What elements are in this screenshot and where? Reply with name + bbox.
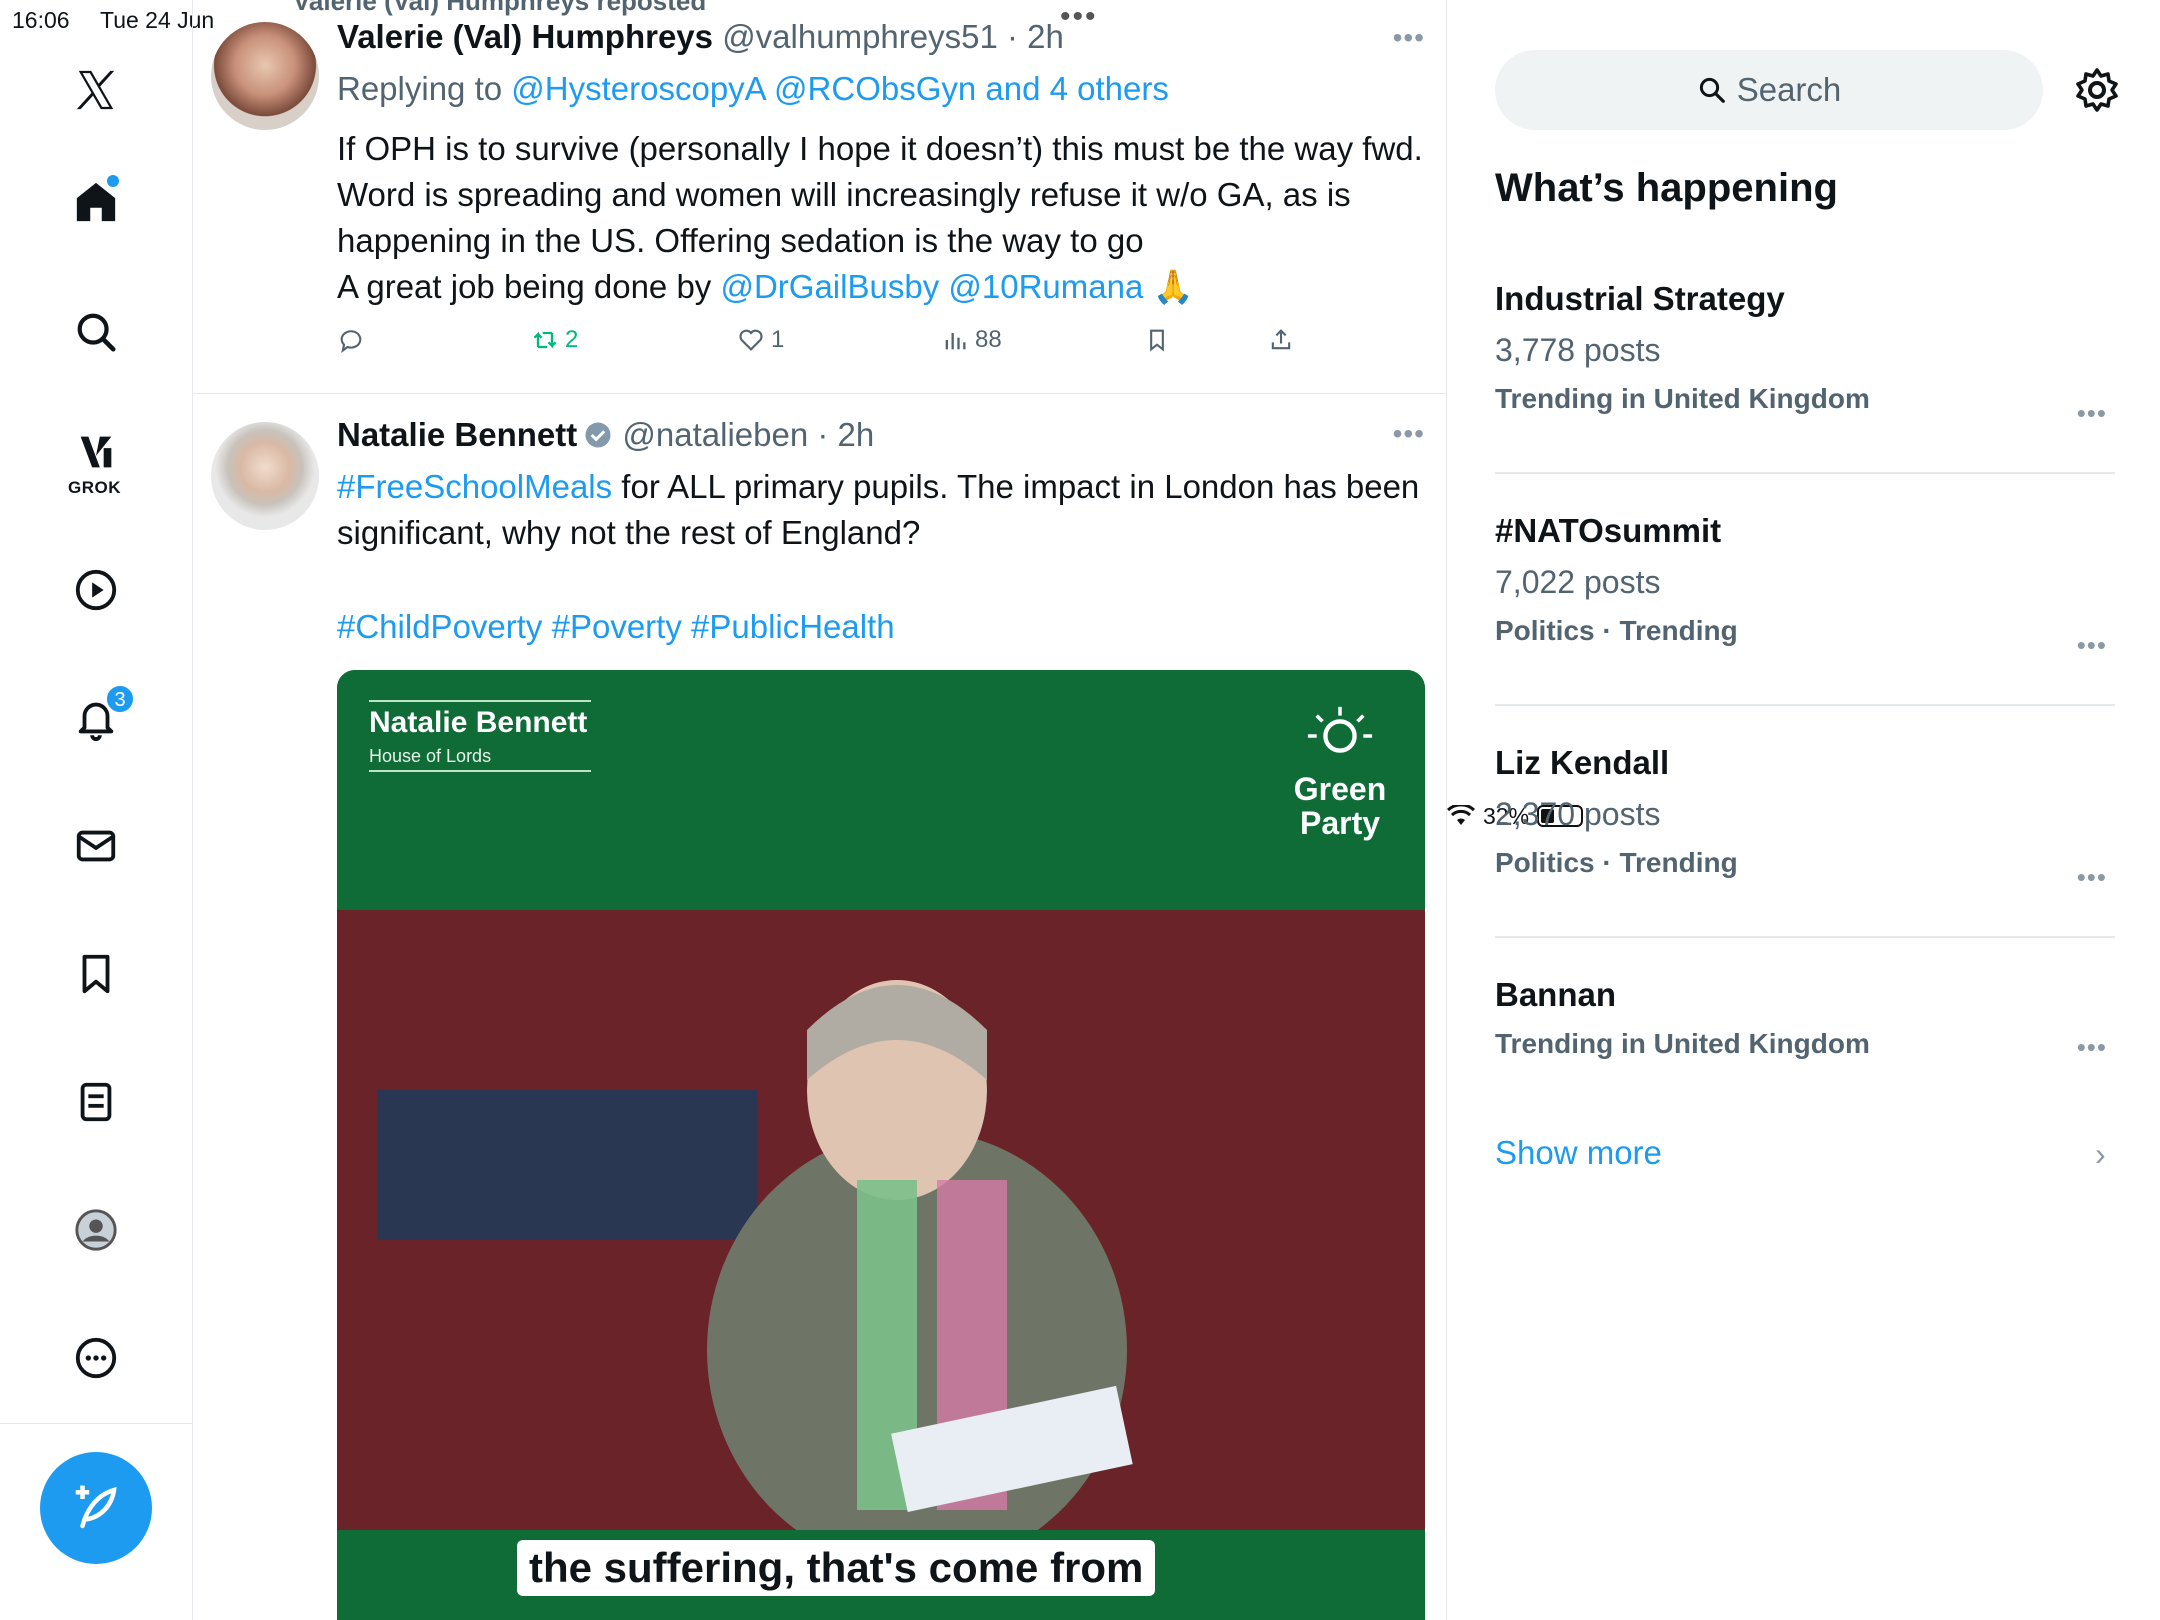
video-play-icon[interactable] — [70, 564, 122, 616]
more-options-icon[interactable] — [70, 1332, 122, 1384]
trend-item[interactable]: Bannan Trending in United Kingdom ••• — [1495, 976, 2115, 1063]
views-count: 88 — [975, 326, 1002, 353]
replying-to-link[interactable]: @HysteroscopyA @RCObsGyn and 4 others — [511, 70, 1169, 107]
media-banner-sub: House of Lords — [369, 746, 492, 766]
search-icon — [1699, 77, 1725, 103]
x-logo-icon[interactable] — [70, 64, 122, 116]
left-nav: GROK 3 — [0, 0, 193, 1620]
home-new-dot — [107, 175, 119, 187]
tweet-more-options[interactable]: ••• — [1393, 22, 1425, 54]
settings-gear-icon[interactable] — [2073, 66, 2121, 114]
notifications-badge: 3 — [105, 684, 135, 714]
media-caption: the suffering, that's come from — [517, 1540, 1156, 1596]
replying-to: Replying to @HysteroscopyA @RCObsGyn and… — [337, 70, 1169, 107]
trend-more-options[interactable]: ••• — [2077, 398, 2107, 429]
author-handle[interactable]: @natalieben — [622, 416, 808, 453]
tweet-time[interactable]: 2h — [1027, 18, 1064, 55]
lists-icon[interactable] — [70, 1076, 122, 1128]
grok-label: GROK — [68, 478, 121, 497]
author-handle[interactable]: @valhumphreys51 — [722, 18, 998, 55]
trend-context: Politics · Trending — [1495, 847, 1738, 878]
verified-badge-icon — [585, 422, 611, 448]
search-input[interactable]: Search — [1495, 50, 2043, 130]
views-chart-icon — [945, 333, 966, 350]
party-emblem-icon — [1307, 706, 1373, 753]
avatar[interactable] — [211, 22, 319, 130]
trend-more-options[interactable]: ••• — [2077, 1032, 2107, 1063]
trend-context: Politics · Trending — [1495, 615, 1738, 646]
tweet-header: Natalie Bennett @natalieben · 2h — [337, 416, 875, 453]
media-banner-name: Natalie Bennett — [369, 706, 588, 739]
trend-separator — [1495, 704, 2115, 706]
trend-separator — [1495, 936, 2115, 938]
timeline-feed[interactable]: Valerie (Val) Humphreys reposted Valerie… — [193, 0, 1447, 1620]
chevron-right-icon[interactable]: › — [2095, 1136, 2106, 1173]
bookmarks-icon[interactable] — [70, 948, 122, 1000]
green-party-logo: Green Party — [1285, 706, 1395, 840]
trend-name: Liz Kendall — [1495, 744, 1670, 781]
trend-item[interactable]: #NATOsummit 7,022 posts Politics · Trend… — [1495, 512, 2115, 660]
hashtag-links[interactable]: #ChildPoverty #Poverty #PublicHealth — [337, 608, 895, 645]
trend-posts: 2,370 posts — [1495, 796, 1661, 832]
author-name[interactable]: Natalie Bennett — [337, 416, 577, 453]
views-button[interactable]: 88 — [941, 326, 1002, 354]
trend-more-options[interactable]: ••• — [2077, 862, 2107, 893]
tweet-time[interactable]: 2h — [838, 416, 875, 453]
tweet-more-options[interactable]: ••• — [1393, 418, 1425, 450]
retweet-button[interactable]: 2 — [531, 326, 578, 354]
mention-links[interactable]: @DrGailBusby @10Rumana — [720, 268, 1143, 305]
retweet-icon — [533, 331, 557, 349]
trend-posts: 7,022 posts — [1495, 564, 1661, 600]
compose-feather-icon — [75, 1485, 117, 1529]
reply-button[interactable] — [337, 326, 365, 354]
trend-item[interactable]: Liz Kendall 2,370 posts Politics · Trend… — [1495, 744, 2115, 892]
bookmark-icon — [1150, 329, 1164, 352]
repost-banner: Valerie (Val) Humphreys reposted — [293, 0, 707, 16]
media-photo — [337, 910, 1425, 1570]
tweet-body: #FreeSchoolMeals for ALL primary pupils.… — [337, 468, 1420, 551]
tweet-actions: 2 1 88 — [337, 326, 1337, 366]
explore-search-icon[interactable] — [70, 306, 122, 358]
bookmark-button[interactable] — [1143, 326, 1171, 354]
trend-separator — [1495, 472, 2115, 474]
right-sidebar: Search What’s happening Industrial Strat… — [1447, 0, 2160, 1620]
profile-avatar-icon[interactable] — [70, 1204, 122, 1256]
like-button[interactable]: 1 — [737, 326, 784, 354]
nav-divider — [0, 1423, 193, 1424]
share-icon — [1271, 329, 1291, 350]
whats-happening-title: What’s happening — [1495, 166, 1838, 210]
trend-context: Trending in United Kingdom — [1495, 1028, 1870, 1059]
tweet-video-media[interactable]: Natalie Bennett House of Lords Green Par… — [337, 670, 1425, 1620]
trend-item[interactable]: Industrial Strategy 3,778 posts Trending… — [1495, 280, 2115, 428]
trend-more-options[interactable]: ••• — [2077, 630, 2107, 661]
trend-posts: 3,778 posts — [1495, 332, 1661, 368]
like-count: 1 — [771, 326, 785, 353]
trend-name: Bannan — [1495, 976, 1617, 1013]
tweet-hashtags: #ChildPoverty #Poverty #PublicHealth — [337, 604, 1427, 650]
hashtag-link[interactable]: #FreeSchoolMeals — [337, 468, 612, 505]
reply-icon — [340, 330, 362, 353]
search-placeholder: Search — [1736, 71, 1842, 108]
trend-context: Trending in United Kingdom — [1495, 383, 1870, 414]
compose-post-button[interactable] — [40, 1452, 152, 1564]
tweet-body: If OPH is to survive (personally I hope … — [337, 130, 1423, 305]
heart-icon — [739, 329, 763, 351]
trend-name: #NATOsummit — [1495, 512, 1722, 549]
trend-name: Industrial Strategy — [1495, 280, 1785, 317]
messages-envelope-icon[interactable] — [70, 820, 122, 872]
avatar[interactable] — [211, 422, 319, 530]
show-more-link[interactable]: Show more — [1495, 1134, 1662, 1172]
retweet-count: 2 — [565, 326, 579, 353]
author-name[interactable]: Valerie (Val) Humphreys — [337, 18, 713, 55]
grok-icon[interactable] — [70, 426, 122, 478]
share-button[interactable] — [1267, 326, 1295, 354]
tweet-header: Valerie (Val) Humphreys @valhumphreys51 … — [337, 18, 1064, 55]
tweet-separator — [193, 393, 1446, 394]
